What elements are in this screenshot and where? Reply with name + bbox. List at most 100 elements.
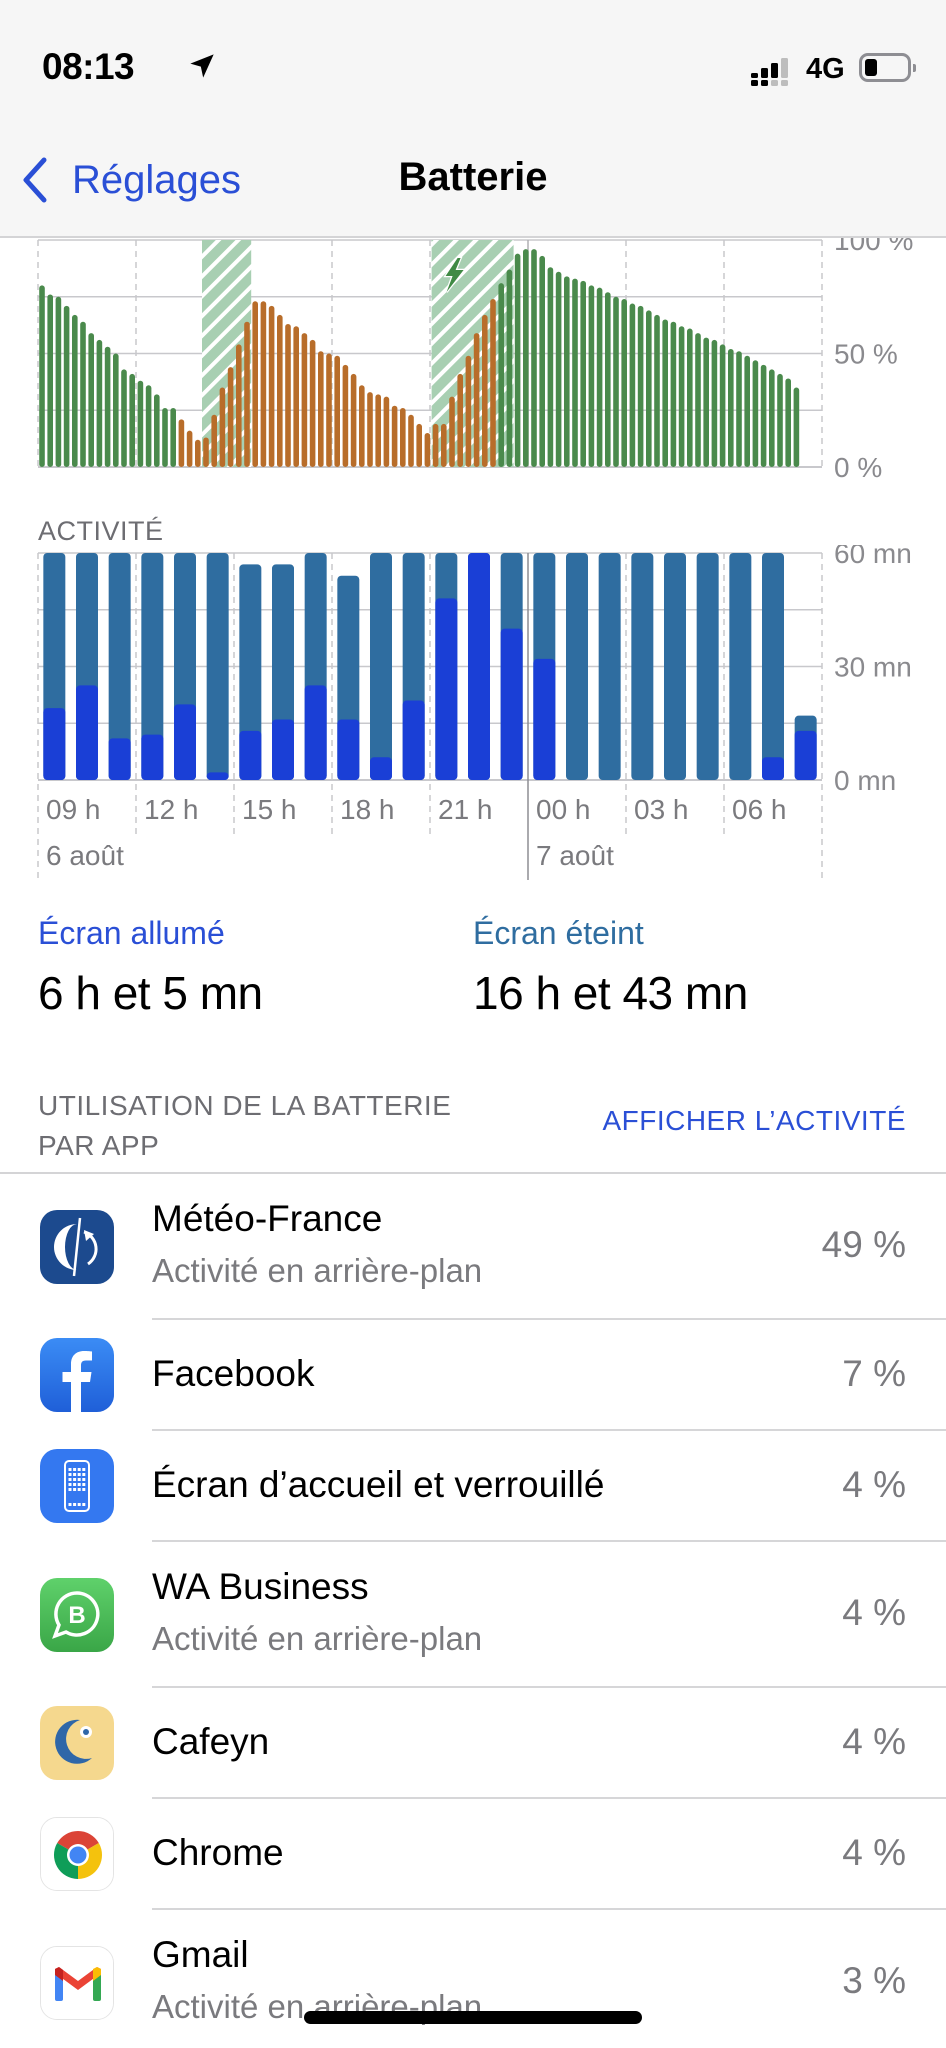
- screen-off-value: 16 h et 43 mn: [473, 967, 748, 1019]
- activity-y-tick-label: 60 mn: [834, 545, 912, 569]
- battery-bar: [605, 292, 611, 467]
- app-percent: 4 %: [842, 1464, 906, 1505]
- activity-bar-screen-on: [402, 700, 425, 780]
- activity-bar-screen-on: [272, 719, 294, 780]
- app-grid-dot: [77, 1488, 81, 1491]
- battery-bar: [457, 373, 463, 467]
- battery-bar: [670, 321, 677, 467]
- app-name: Météo-France: [152, 1198, 383, 1239]
- app-grid-dot: [68, 1478, 72, 1481]
- battery-bar: [408, 414, 414, 467]
- activity-x-tick-label: 03 h: [634, 794, 689, 825]
- battery-bar: [621, 299, 627, 467]
- activity-chart-title: ACTIVITÉ: [38, 516, 164, 546]
- status-time: 08:13: [42, 46, 135, 87]
- activity-y-tick-label: 0 mn: [834, 765, 896, 796]
- battery-bar: [769, 369, 775, 467]
- battery-bar: [186, 430, 193, 467]
- screen-on-summary: Écran allumé 6 h et 5 mn: [38, 915, 263, 1020]
- battery-bar: [121, 369, 127, 467]
- app-row-facebook[interactable]: Facebook 7 %: [0, 1320, 946, 1431]
- battery-bar: [285, 323, 291, 467]
- app-row-home-lock-screen[interactable]: Écran d’accueil et verrouillé 4 %: [0, 1431, 946, 1542]
- battery-bar: [580, 280, 586, 467]
- activity-bar-screen-off: [729, 553, 752, 780]
- battery-bar: [80, 321, 86, 467]
- chrome-icon: [40, 1817, 114, 1891]
- app-row-cafeyn[interactable]: Cafeyn 4 %: [0, 1688, 946, 1799]
- activity-bar-screen-off: [696, 553, 719, 780]
- app-row-wa-business[interactable]: B WA Business Activité en arrière-plan 4…: [0, 1542, 946, 1688]
- battery-bar: [293, 326, 299, 467]
- usage-section-header: UTILISATION DE LA BATTERIE PAR APP: [38, 1090, 452, 1161]
- activity-bar-screen-on: [337, 719, 360, 780]
- battery-bar: [793, 387, 800, 467]
- show-activity-link[interactable]: AFFICHER L’ACTIVITÉ: [602, 1105, 906, 1137]
- battery-bar: [268, 305, 275, 467]
- battery-bar: [244, 321, 250, 467]
- app-name: Chrome: [152, 1832, 284, 1873]
- activity-bar-screen-on: [206, 772, 229, 780]
- battery-bar: [211, 414, 217, 467]
- battery-bar: [449, 396, 455, 467]
- activity-x-tick-label: 06 h: [732, 794, 787, 825]
- app-grid-dot: [82, 1468, 86, 1471]
- battery-bar: [375, 394, 381, 467]
- svg-text:B: B: [68, 1602, 85, 1629]
- battery-bar: [523, 249, 529, 467]
- dock-dot: [73, 1503, 77, 1506]
- app-grid-dot: [77, 1483, 81, 1486]
- app-grid-dot: [82, 1483, 86, 1486]
- facebook-icon: [40, 1338, 114, 1412]
- battery-bar: [728, 348, 734, 467]
- cellular-signal-icon: [751, 58, 788, 86]
- whatsapp-business-icon: B: [40, 1578, 114, 1652]
- battery-bar: [72, 314, 78, 467]
- app-grid-dot: [77, 1473, 81, 1476]
- app-percent: 4 %: [842, 1721, 906, 1762]
- activity-bar-screen-on: [174, 704, 196, 780]
- app-subtitle: Activité en arrière-plan: [152, 1620, 483, 1657]
- activity-bar-screen-on: [533, 658, 556, 780]
- battery-bar: [277, 314, 283, 467]
- activity-bar-screen-off: [631, 553, 654, 780]
- app-row-meteo-france[interactable]: Météo-France Activité en arrière-plan 49…: [0, 1174, 946, 1320]
- battery-bar: [744, 355, 750, 467]
- battery-bar: [695, 333, 701, 467]
- battery-bar: [63, 305, 70, 467]
- battery-y-tick-label: 100 %: [834, 238, 913, 256]
- battery-bar: [506, 269, 513, 467]
- app-name: Gmail: [152, 1934, 249, 1975]
- battery-bar: [547, 267, 554, 467]
- battery-bar: [687, 328, 693, 467]
- app-grid-dot: [73, 1488, 77, 1491]
- activity-x-tick-label: 21 h: [438, 794, 493, 825]
- battery-bar: [104, 346, 111, 467]
- app-row-gmail[interactable]: Gmail Activité en arrière-plan 3 %: [0, 1910, 946, 2048]
- battery-y-tick-label: 50 %: [834, 339, 898, 370]
- home-indicator[interactable]: [304, 2011, 642, 2024]
- activity-bar-screen-off: [762, 553, 784, 780]
- battery-bar: [359, 385, 365, 467]
- battery-bar: [416, 423, 422, 467]
- app-row-chrome[interactable]: Chrome 4 %: [0, 1799, 946, 1910]
- app-name: Écran d’accueil et verrouillé: [152, 1464, 605, 1505]
- dock-dot: [82, 1503, 86, 1506]
- activity-bar-screen-off: [370, 553, 392, 780]
- battery-bar: [539, 255, 545, 467]
- app-grid-dot: [73, 1473, 77, 1476]
- battery-icon: [859, 53, 916, 82]
- activity-x-tick-label: 12 h: [144, 794, 199, 825]
- app-grid-dot: [73, 1468, 77, 1471]
- battery-bar: [391, 405, 398, 467]
- screen-off-label: Écran éteint: [473, 915, 644, 951]
- cafeyn-icon: [40, 1706, 114, 1780]
- dock-dot: [68, 1503, 72, 1506]
- home-lock-screen-icon: [40, 1449, 114, 1523]
- battery-bar: [473, 333, 480, 467]
- activity-x-tick-label: 09 h: [46, 794, 101, 825]
- battery-bar: [424, 432, 431, 467]
- battery-bar: [432, 423, 439, 467]
- battery-bar: [555, 271, 562, 467]
- battery-y-tick-label: 0 %: [834, 452, 882, 483]
